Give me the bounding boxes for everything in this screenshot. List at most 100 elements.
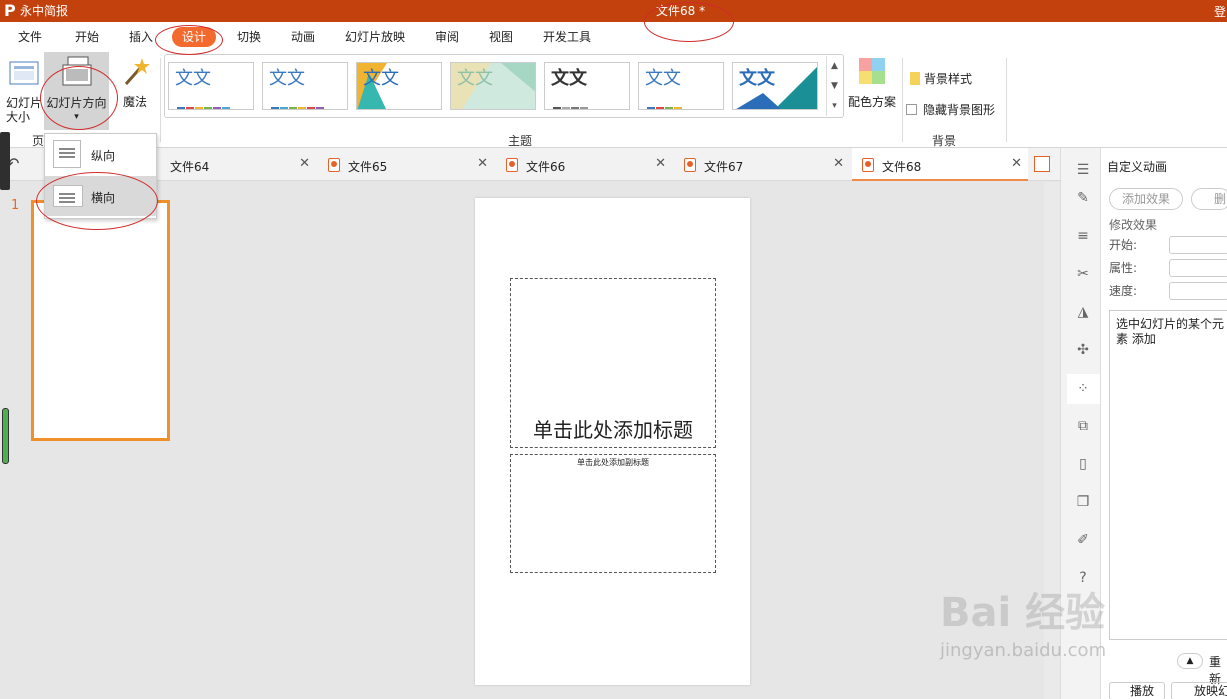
landscape-option[interactable]: 横向 — [45, 176, 156, 216]
landscape-label: 横向 — [91, 191, 116, 205]
orientation-icon — [62, 56, 91, 86]
pen-icon[interactable]: ✎ — [1075, 190, 1091, 206]
slide-orientation-button[interactable]: 幻灯片方向 ▾ — [44, 52, 109, 130]
color-scheme-label: 配色方案 — [847, 95, 896, 109]
tab-label: 文件68 — [882, 160, 922, 174]
theme-color-bars — [647, 101, 717, 109]
magic-label: 魔法 — [122, 95, 147, 109]
separator — [1006, 58, 1007, 142]
login-button[interactable]: 登 — [1214, 3, 1226, 20]
new-tab-icon[interactable] — [1034, 156, 1050, 172]
gallery-more-icon[interactable]: ▾ — [827, 96, 842, 116]
background-style-label: 背景样式 — [924, 72, 973, 86]
animation-tab[interactable]: ⁘ — [1067, 374, 1101, 404]
close-icon[interactable]: ✕ — [1011, 156, 1022, 171]
menu-animation[interactable]: 动画 — [291, 30, 315, 44]
menu-home[interactable]: 开始 — [75, 30, 99, 44]
tab-file65[interactable]: 文件65 ✕ — [318, 148, 494, 181]
menu-lines-icon[interactable]: ☰ — [1075, 162, 1091, 178]
theme-card-5[interactable]: 文文 — [544, 62, 630, 110]
zoom-icon[interactable]: ⧉ — [1075, 418, 1091, 434]
add-effect-button[interactable]: 添加效果 — [1109, 188, 1183, 210]
menu-review[interactable]: 审阅 — [435, 30, 459, 44]
gallery-scroll[interactable]: ▲ ▼ ▾ — [826, 56, 842, 116]
effect-list-hint: 选中幻灯片的某个元素 添加 — [1116, 317, 1225, 346]
portrait-icon — [53, 140, 81, 168]
document-title: 文件68 * — [656, 4, 706, 18]
menu-transition[interactable]: 切换 — [237, 30, 261, 44]
tab-file66[interactable]: 文件66 ✕ — [496, 148, 672, 181]
speed-label: 速度: — [1109, 284, 1138, 298]
tab-file67[interactable]: 文件67 ✕ — [674, 148, 850, 181]
tab-file68[interactable]: 文件68 ✕ — [852, 148, 1028, 181]
subtitle-placeholder-text: 单击此处添加副标题 — [577, 458, 649, 467]
title-bar: P 永中简报 文件68 * 登 — [0, 0, 1227, 22]
file-icon — [328, 158, 340, 172]
theme-card-6[interactable]: 文文 — [638, 62, 724, 110]
menu-slideshow[interactable]: 幻灯片放映 — [345, 30, 405, 44]
theme-text: 文文 — [739, 68, 775, 89]
tools-icon[interactable]: ✂ — [1075, 266, 1091, 282]
effect-list[interactable]: 选中幻灯片的某个元素 添加 — [1109, 310, 1227, 640]
theme-group-label: 主题 — [508, 134, 533, 148]
brush-icon[interactable]: ◮ — [1075, 304, 1091, 320]
chevron-down-icon: ▾ — [74, 112, 79, 122]
file-icon — [684, 158, 696, 172]
close-icon[interactable]: ✕ — [833, 156, 844, 171]
tab-file64[interactable]: 文件64 ✕ — [140, 148, 316, 181]
slide-size-icon — [9, 61, 39, 85]
delete-effect-button[interactable]: 删 — [1191, 188, 1227, 210]
gallery-up-icon[interactable]: ▲ — [827, 56, 842, 76]
slideshow-button[interactable]: 放映幻 — [1171, 682, 1227, 699]
landscape-icon — [53, 185, 83, 207]
settings-sliders-icon[interactable]: ≡ — [1075, 228, 1091, 244]
close-icon[interactable]: ✕ — [477, 156, 488, 171]
clipboard-icon[interactable]: ▯ — [1075, 456, 1091, 472]
magic-button[interactable]: 魔法 — [114, 56, 156, 122]
theme-card-1[interactable]: 文文 — [168, 62, 254, 110]
play-button[interactable]: 播放 — [1109, 682, 1165, 699]
close-icon[interactable]: ✕ — [299, 156, 310, 171]
grid-icon: ⁘ — [1077, 381, 1089, 397]
watermark-url: jingyan.baidu.com — [940, 640, 1107, 661]
color-palette-icon — [859, 58, 885, 84]
menu-insert[interactable]: 插入 — [129, 30, 153, 44]
theme-text: 文文 — [363, 68, 399, 89]
start-select[interactable] — [1169, 236, 1227, 254]
copy-icon[interactable]: ❐ — [1075, 494, 1091, 510]
menu-developer[interactable]: 开发工具 — [543, 30, 591, 44]
menu-design[interactable]: 设计 — [172, 27, 217, 47]
app-name: 永中简报 — [20, 4, 69, 18]
slide-thumbnail[interactable] — [31, 200, 170, 441]
pinwheel-icon[interactable]: ✣ — [1075, 342, 1091, 358]
watermark-logo: Bai 经验 — [940, 590, 1106, 636]
subtitle-placeholder[interactable]: 单击此处添加副标题 — [510, 454, 716, 573]
theme-card-2[interactable]: 文文 — [262, 62, 348, 110]
panel-title: 自定义动画 — [1107, 160, 1168, 174]
close-icon[interactable]: ✕ — [655, 156, 666, 171]
theme-color-bars — [271, 101, 341, 109]
theme-card-7[interactable]: 文文 — [732, 62, 818, 110]
tab-label: 文件67 — [704, 160, 744, 174]
slide-size-button[interactable]: 幻灯片大小 — [4, 58, 44, 128]
color-scheme-button[interactable]: 配色方案 — [846, 56, 898, 122]
background-style-button[interactable]: 背景样式 — [910, 70, 972, 87]
theme-card-3[interactable]: 文文 — [356, 62, 442, 110]
property-select[interactable] — [1169, 259, 1227, 277]
portrait-option[interactable]: 纵向 — [45, 134, 156, 174]
speed-select[interactable] — [1169, 282, 1227, 300]
magic-wand-icon — [124, 58, 150, 85]
start-label: 开始: — [1109, 238, 1138, 252]
theme-text: 文文 — [551, 68, 587, 89]
title-placeholder[interactable]: 单击此处添加标题 — [510, 278, 716, 448]
edit-icon[interactable]: ✐ — [1075, 532, 1091, 548]
theme-card-4[interactable]: 文文 — [450, 62, 536, 110]
tab-label: 文件66 — [526, 160, 566, 174]
gallery-down-icon[interactable]: ▼ — [827, 76, 842, 96]
level-indicator — [2, 408, 9, 464]
checkbox-box[interactable] — [906, 104, 917, 115]
menu-view[interactable]: 视图 — [489, 30, 513, 44]
move-up-icon[interactable]: ▲ — [1177, 653, 1203, 669]
hide-background-checkbox[interactable]: 隐藏背景图形 — [906, 101, 995, 118]
menu-file[interactable]: 文件 — [18, 30, 42, 44]
